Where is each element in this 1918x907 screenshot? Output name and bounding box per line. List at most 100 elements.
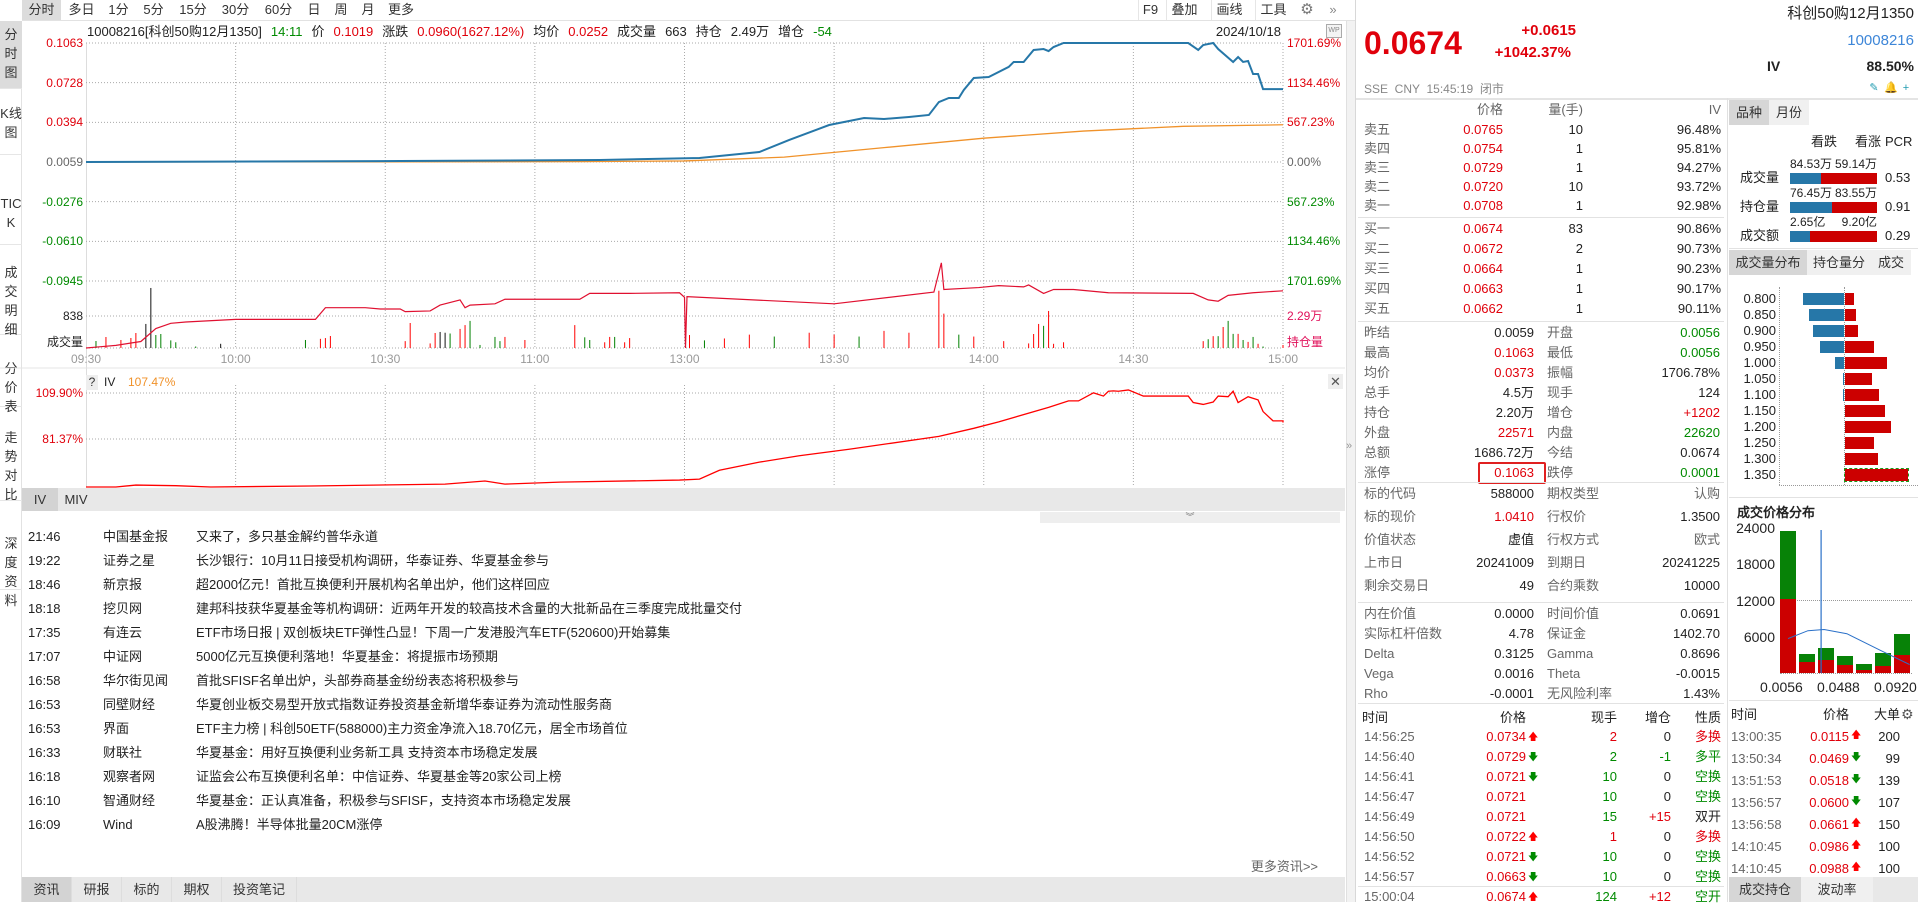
tab-期权[interactable]: 期权 — [172, 877, 222, 902]
tab-成交[interactable]: 成交 — [1871, 250, 1911, 275]
stat-label: 开盘 — [1547, 325, 1574, 340]
strike-label: 0.900 — [1743, 323, 1776, 338]
tab-IV[interactable]: IV — [22, 488, 58, 511]
tab-成交持仓[interactable]: 成交持仓 — [1729, 877, 1801, 902]
call-volume-bar — [1845, 437, 1875, 449]
ask-price[interactable]: 0.0708 — [1463, 198, 1503, 214]
news-headline[interactable]: 首批SFISF名单出炉，头部券商基金纷纷表态将积极参与 — [196, 673, 519, 689]
plus-icon[interactable]: + — [1900, 82, 1912, 94]
news-source[interactable]: 观察者网 — [103, 769, 155, 785]
trade-price: 0.0722 — [1486, 829, 1526, 844]
news-time: 21:46 — [28, 529, 61, 544]
news-headline[interactable]: ETF市场日报 | 双创板块ETF弹性凸显！下周一广发港股汽车ETF(52060… — [196, 625, 670, 641]
gear-icon[interactable]: ⚙ — [1901, 706, 1914, 723]
divider — [1358, 217, 1724, 218]
bid-price[interactable]: 0.0674 — [1463, 221, 1503, 237]
bid-price[interactable]: 0.0672 — [1463, 241, 1503, 257]
news-source[interactable]: 证券之星 — [103, 553, 155, 569]
tab-月份[interactable]: 月份 — [1769, 100, 1809, 125]
distribution-tabbar: 成交量分布持仓量分布成交 — [1729, 250, 1918, 275]
news-headline[interactable]: 5000亿元互换便利落地！华夏基金：将提振市场预期 — [196, 649, 498, 665]
news-time: 16:10 — [28, 793, 61, 808]
info-11: 2.49万 — [730, 24, 770, 39]
ask-price[interactable]: 0.0754 — [1463, 141, 1503, 157]
bid-iv: 90.17% — [1676, 281, 1721, 296]
intraday-chart[interactable] — [0, 0, 1355, 512]
tab-品种[interactable]: 品种 — [1729, 100, 1769, 125]
tab-持仓量分布[interactable]: 持仓量分布 — [1807, 250, 1871, 275]
sidebar-item-深度资料[interactable]: 深度资料 — [0, 530, 22, 608]
news-source[interactable]: 智通财经 — [103, 793, 155, 809]
tab-资讯[interactable]: 资讯 — [22, 877, 72, 902]
greek-label: 无风险利率 — [1547, 686, 1613, 701]
price-axis-label: -0.0610 — [42, 234, 83, 249]
bid-price[interactable]: 0.0664 — [1463, 261, 1503, 277]
news-source[interactable]: 中国基金报 — [103, 529, 168, 545]
stat-label: 均价 — [1364, 365, 1391, 380]
news-source[interactable]: 有连云 — [103, 625, 142, 641]
stat-value: 0.0674 — [1680, 445, 1720, 460]
tab-波动率[interactable]: 波动率 — [1801, 877, 1873, 902]
info-9: 663 — [665, 24, 687, 39]
strike-label: 1.150 — [1743, 403, 1776, 418]
divider — [1358, 321, 1724, 322]
double-chevron-down-icon[interactable]: ︾ — [1040, 512, 1340, 523]
bid-price[interactable]: 0.0663 — [1463, 281, 1503, 297]
tab-成交量分布[interactable]: 成交量分布 — [1729, 250, 1807, 275]
arrow-down-icon: 🡇 — [1851, 796, 1862, 807]
bid-price[interactable]: 0.0662 — [1463, 301, 1503, 317]
news-tabbar: 资讯 研报 标的 期权 投资笔记 — [22, 877, 1345, 902]
news-source[interactable]: 财联社 — [103, 745, 142, 761]
news-headline[interactable]: 超2000亿元！首批互换便利开展机构名单出炉，他们这样回应 — [196, 577, 550, 593]
ask-price[interactable]: 0.0729 — [1463, 160, 1503, 176]
help-icon[interactable]: ? — [86, 375, 98, 390]
oi-label: 持仓量 — [1287, 335, 1324, 349]
contract-value: 1.3500 — [1680, 509, 1720, 524]
tab-研报[interactable]: 研报 — [72, 877, 122, 902]
news-headline[interactable]: A股沸腾！半导体批量20CM涨停 — [196, 817, 382, 833]
ask-price[interactable]: 0.0765 — [1463, 122, 1503, 138]
edit-icon[interactable]: ✎ — [1868, 82, 1880, 94]
news-headline[interactable]: 长沙银行：10月11日接受机构调研，华泰证券、华夏基金参与 — [196, 553, 549, 569]
news-headline[interactable]: 华夏创业板交易型开放式指数证券投资基金新增华泰证券为流动性服务商 — [196, 697, 612, 713]
contract-label: 期权类型 — [1547, 486, 1600, 501]
greek-value: 1402.70 — [1673, 626, 1720, 641]
stat-value: 2.20万 — [1495, 405, 1534, 420]
side-bottom-tabbar: 成交持仓 波动率 — [1729, 877, 1918, 902]
news-source[interactable]: 新京报 — [103, 577, 142, 593]
news-source[interactable]: 华尔街见闻 — [103, 673, 168, 689]
tab-投资笔记[interactable]: 投资笔记 — [222, 877, 297, 902]
news-headline[interactable]: 华夏基金：用好互换便利业务新工具 支持资本市场稳定发展 — [196, 745, 538, 761]
double-chevron-right-icon[interactable]: » — [1346, 440, 1355, 452]
news-source[interactable]: 界面 — [103, 721, 129, 737]
tab-MIV[interactable]: MIV — [58, 488, 94, 511]
ask-label: 卖一 — [1364, 198, 1391, 213]
scroll-strip[interactable] — [1346, 21, 1355, 902]
contract-value: 20241009 — [1476, 555, 1534, 570]
close-icon[interactable]: ✕ — [1328, 374, 1343, 389]
trade-price: 0.0721 — [1486, 769, 1526, 784]
bid-label: 买四 — [1364, 281, 1391, 296]
time-label: 14:30 — [1118, 352, 1149, 366]
news-headline[interactable]: 建邦科技获华夏基金等机构调研：近两年开发的较高技术含量的大批新品在三季度完成批量… — [196, 601, 742, 617]
iv-label: IV — [1767, 58, 1781, 74]
tab-标的[interactable]: 标的 — [122, 877, 172, 902]
news-source[interactable]: 挖贝网 — [103, 601, 142, 617]
more-news-link[interactable]: 更多资讯>> — [1251, 859, 1318, 875]
contract-name: 科创50购12月1350 — [1787, 5, 1914, 22]
news-headline[interactable]: 又来了，多只基金解约普华永道 — [196, 529, 378, 545]
time-label: 10:00 — [220, 352, 251, 366]
news-source[interactable]: 同壁财经 — [103, 697, 155, 713]
call-volume-bar — [1845, 293, 1855, 305]
news-headline[interactable]: 证监会公布互换便利名单：中信证券、华夏基金等20家公司上榜 — [196, 769, 561, 785]
pcr-put-bar — [1790, 202, 1832, 213]
news-headline[interactable]: ETF主力榜 | 科创50ETF(588000)主力资金净流入18.70亿元，居… — [196, 721, 628, 737]
news-source[interactable]: Wind — [103, 817, 133, 833]
bell-icon[interactable]: 🔔 — [1884, 82, 1898, 94]
trade-qty: 2 — [1609, 729, 1617, 744]
news-headline[interactable]: 华夏基金：正认真准备，积极参与SFISF，支持资本市场稳定发展 — [196, 793, 571, 809]
ask-price[interactable]: 0.0720 — [1463, 179, 1503, 195]
open-interest-line — [85, 262, 1284, 349]
news-source[interactable]: 中证网 — [103, 649, 142, 665]
greek-label: Rho — [1364, 686, 1388, 701]
